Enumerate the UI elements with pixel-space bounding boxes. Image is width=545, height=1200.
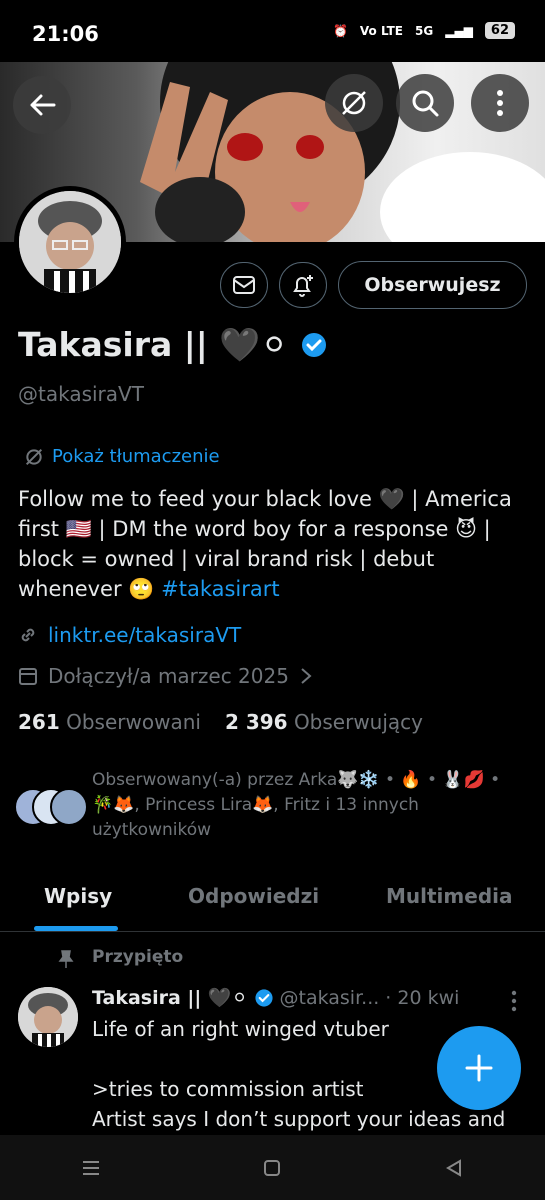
avatar-image	[19, 191, 121, 293]
verified-badge-icon	[254, 988, 273, 1007]
status-bar: 21:06 ⏰ Vo LTE 5G ▂▄▆ 62	[0, 0, 545, 62]
show-translation-label: Pokaż tłumaczenie	[52, 446, 220, 467]
verified-badge-icon[interactable]	[300, 331, 328, 359]
back-arrow-icon	[30, 94, 56, 116]
envelope-icon	[233, 276, 255, 294]
chevron-right-icon	[301, 668, 312, 684]
post-author-name[interactable]: Takasira || 🖤⚪	[92, 986, 248, 1009]
following-stat[interactable]: 261 Obserwowani	[18, 710, 201, 734]
profile-name: Takasira || 🖤⚪	[18, 325, 328, 365]
mutual-followers-avatars[interactable]	[14, 788, 88, 826]
join-date: Dołączył/a marzec 2025	[48, 664, 289, 688]
following-label: Obserwowani	[66, 710, 201, 734]
followers-count: 2 396	[224, 710, 288, 734]
network-indicator: 5G	[415, 23, 434, 38]
bell-plus-icon	[293, 275, 313, 297]
tab-media[interactable]: Multimedia	[386, 884, 512, 908]
following-button[interactable]: Obserwujesz	[338, 261, 527, 309]
profile-avatar[interactable]	[14, 186, 126, 298]
show-translation-link[interactable]: Pokaż tłumaczenie	[24, 446, 220, 467]
post-more-icon[interactable]	[510, 990, 518, 1012]
post-header: Takasira || 🖤⚪ @takasir... · 20 kwi	[92, 986, 460, 1010]
avatar-artwork	[18, 987, 78, 1047]
post-author-avatar[interactable]	[18, 987, 78, 1047]
back-button[interactable]	[13, 76, 71, 134]
hashtag-link[interactable]: #takasirart	[161, 577, 280, 601]
link-icon	[21, 628, 35, 642]
website-link[interactable]: linktr.ee/takasiraVT	[48, 623, 241, 647]
message-button[interactable]	[220, 262, 268, 308]
pin-icon	[58, 950, 74, 968]
compose-post-button[interactable]	[437, 1026, 521, 1110]
translate-toggle-button[interactable]	[325, 74, 383, 132]
notifications-button[interactable]	[279, 262, 327, 308]
search-button[interactable]	[396, 74, 454, 132]
system-navigation-bar	[0, 1135, 545, 1200]
follow-stats: 261 Obserwowani 2 396 Obserwujący	[18, 710, 423, 734]
following-count: 261	[18, 710, 60, 734]
followed-by-text[interactable]: Obserwowany(-a) przez Arka🐺❄️ • 🔥 • 🐰💋 •…	[92, 768, 512, 843]
post-time: · 20 kwi	[385, 986, 460, 1009]
profile-website[interactable]: linktr.ee/takasiraVT	[18, 623, 241, 647]
tab-replies[interactable]: Odpowiedzi	[188, 884, 319, 908]
volte-indicator: Vo LTE	[359, 23, 404, 38]
plus-icon	[465, 1054, 493, 1082]
alarm-icon: ⏰	[332, 23, 348, 38]
followers-label: Obserwujący	[293, 710, 423, 734]
avatar-artwork	[19, 191, 121, 293]
post-line: Artist says I don’t support your ideas a…	[92, 1107, 506, 1131]
recents-menu-icon[interactable]	[81, 1158, 101, 1178]
clock: 21:06	[32, 22, 99, 46]
more-options-button[interactable]	[471, 74, 529, 132]
profile-name-emoji: 🖤⚪	[219, 325, 289, 364]
mutual-avatar	[50, 788, 88, 826]
globe-slash-icon	[342, 91, 366, 115]
back-triangle-icon[interactable]	[444, 1158, 464, 1178]
search-icon	[412, 90, 439, 117]
profile-name-text: Takasira ||	[18, 325, 208, 364]
tab-posts[interactable]: Wpisy	[44, 884, 112, 908]
profile-bio: Follow me to feed your black love 🖤 | Am…	[18, 484, 528, 604]
signal-icon: ▂▄▆	[445, 23, 473, 38]
followers-stat[interactable]: 2 396 Obserwujący	[225, 710, 423, 734]
post-author-handle: @takasir...	[279, 986, 380, 1009]
globe-slash-icon	[25, 448, 43, 465]
calendar-icon	[19, 668, 37, 685]
join-date-row[interactable]: Dołączył/a marzec 2025	[18, 664, 313, 688]
home-icon[interactable]	[262, 1158, 282, 1178]
tabs-divider	[0, 931, 545, 932]
vertical-dots-icon	[497, 90, 503, 116]
pinned-label: Przypięto	[92, 947, 184, 967]
profile-handle: @takasiraVT	[18, 382, 144, 406]
status-icons: ⏰ Vo LTE 5G ▂▄▆ 62	[333, 22, 515, 39]
battery-icon: 62	[484, 22, 515, 39]
